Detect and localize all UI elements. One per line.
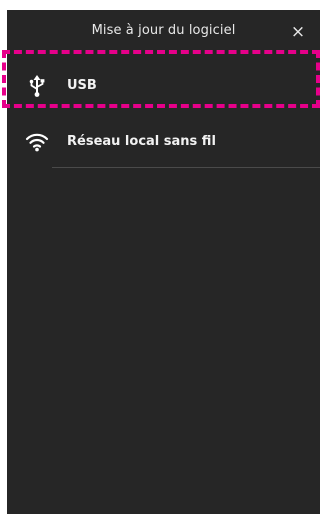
menu-item-label: Réseau local sans fil [67, 134, 216, 149]
page-title: Mise à jour du logiciel [91, 23, 236, 38]
panel-header: Mise à jour du logiciel × [7, 10, 320, 56]
usb-icon [25, 74, 49, 98]
menu-item-usb[interactable]: USB [7, 60, 320, 112]
close-button[interactable]: × [288, 22, 308, 42]
menu-item-label: USB [67, 78, 97, 93]
wifi-icon [25, 130, 49, 154]
software-update-panel: Mise à jour du logiciel × USB Réseau loc… [7, 10, 320, 514]
menu-item-wireless-lan[interactable]: Réseau local sans fil [7, 116, 320, 168]
divider [52, 167, 320, 168]
